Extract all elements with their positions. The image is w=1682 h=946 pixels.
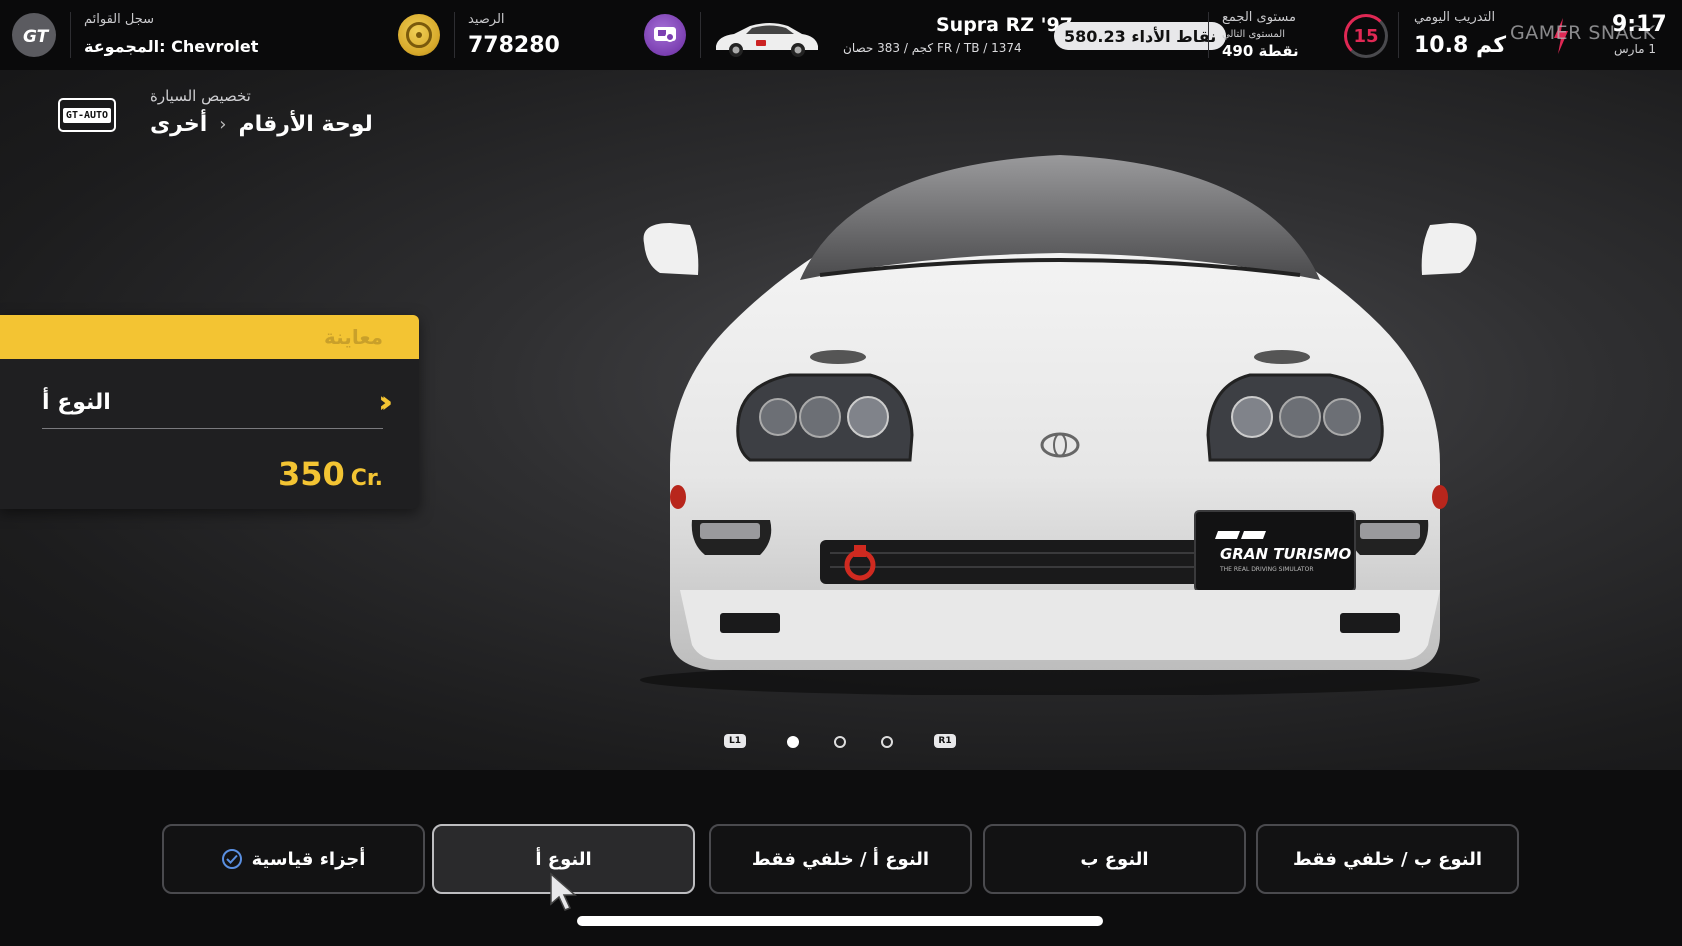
option-standard-parts[interactable]: أجزاء قياسية xyxy=(162,824,425,894)
preview-header: معاينة xyxy=(0,315,419,359)
performance-points-badge: نقاط الأداء 580.23 xyxy=(1054,22,1227,50)
clock: 9:17 xyxy=(1612,12,1667,37)
pointer-cursor-icon xyxy=(550,872,577,911)
page-dot-2[interactable] xyxy=(834,736,846,748)
r1-button-icon[interactable]: R1 xyxy=(934,734,956,748)
balance-value: 778280 xyxy=(468,33,560,58)
section-title: تخصيص السيارة xyxy=(150,87,251,105)
svg-text:GT: GT xyxy=(23,27,50,47)
option-type-a-rear-only[interactable]: النوع أ / خلفي فقط xyxy=(709,824,972,894)
price-currency: Cr. xyxy=(350,466,383,491)
preview-panel: معاينة النوع أ ›› 350 Cr. xyxy=(0,315,419,509)
records-label: سجل القوائم xyxy=(84,12,155,27)
plate-tagline-text: THE REAL DRIVING SIMULATOR xyxy=(1219,566,1314,573)
option-label: أجزاء قياسية xyxy=(251,848,366,870)
option-label: النوع أ xyxy=(535,848,592,870)
double-chevron-right-icon: ›› xyxy=(378,385,392,420)
gt-auto-logo: GT-AUTO xyxy=(58,98,116,132)
car-render[interactable]: GRAN TURISMO THE REAL DRIVING SIMULATOR xyxy=(620,135,1500,695)
daily-workout-value: 10.8 كم xyxy=(1414,33,1506,58)
breadcrumb-current: لوحة الأرقام xyxy=(238,112,373,137)
breadcrumb: لوحة الأرقام ‹ أخرى xyxy=(150,112,373,137)
next-level-label: المستوى التالي xyxy=(1222,29,1285,40)
car-specs: FR / TB / 1374 كجم / 383 حصان xyxy=(843,41,1022,55)
chevron-left-icon: ‹ xyxy=(219,114,227,135)
date: 1 مارس xyxy=(1614,42,1656,56)
price-value: 350 xyxy=(277,455,345,493)
installed-check-icon xyxy=(221,849,242,869)
preview-part-row[interactable]: النوع أ ›› xyxy=(42,377,392,429)
preview-part-name: النوع أ xyxy=(42,390,111,415)
plate-brand-text: GRAN TURISMO xyxy=(1220,545,1352,563)
l1-button-icon[interactable]: L1 xyxy=(724,734,746,748)
collector-level-label: مستوى الجمع xyxy=(1222,10,1296,25)
credits-coin-icon xyxy=(398,14,440,56)
breadcrumb-parent[interactable]: أخرى xyxy=(150,112,207,137)
option-type-b[interactable]: النوع ب xyxy=(983,824,1246,894)
option-label: النوع ب xyxy=(1080,848,1149,870)
collector-level-badge: 15 xyxy=(1344,14,1388,58)
car-name: Supra RZ '97 xyxy=(936,14,1073,36)
option-type-b-rear-only[interactable]: النوع ب / خلفي فقط xyxy=(1256,824,1519,894)
option-label: النوع أ / خلفي فقط xyxy=(751,848,930,870)
next-level-points: 490 نقطة xyxy=(1222,42,1299,60)
car-thumbnail-icon xyxy=(716,23,818,57)
page-dot-3[interactable] xyxy=(881,736,893,748)
ticket-icon[interactable] xyxy=(644,14,686,56)
group-label: المجموعة: Chevrolet xyxy=(84,37,259,56)
preview-price: 350 Cr. xyxy=(278,455,383,493)
daily-workout-label: التدريب اليومي xyxy=(1414,10,1496,25)
option-label: النوع ب / خلفي فقط xyxy=(1292,848,1483,870)
home-indicator xyxy=(577,916,1103,926)
balance-label: الرصيد xyxy=(468,12,505,27)
page-dot-1[interactable] xyxy=(787,736,799,748)
top-status-bar: GT سجل القوائم المجموعة: Chevrolet الرصي… xyxy=(0,0,1682,70)
gran-turismo-logo-icon[interactable]: GT xyxy=(12,13,56,57)
